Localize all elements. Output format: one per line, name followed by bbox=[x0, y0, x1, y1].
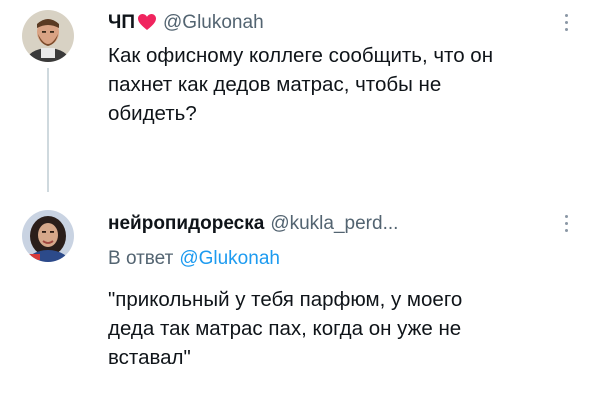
red-heart-icon bbox=[137, 13, 157, 38]
avatar[interactable] bbox=[22, 210, 74, 262]
bearded-man-avatar-icon bbox=[22, 10, 74, 62]
thread-connector-line bbox=[47, 68, 49, 192]
tweet-reply[interactable]: нейропидореска @kukla_perd... В ответ @Glu… bbox=[0, 190, 600, 412]
user-handle[interactable]: @kukla_perd... bbox=[270, 213, 398, 234]
tweet-original[interactable]: ЧП @Glukonah Как офисному коллеге сообщит… bbox=[0, 0, 600, 192]
tweet-header: ЧП @Glukonah bbox=[108, 11, 264, 38]
more-options-icon[interactable] bbox=[563, 215, 569, 237]
tweet-text: Как офисному коллеге сообщить, что он па… bbox=[108, 44, 494, 125]
reply-mention-link[interactable]: @Glukonah bbox=[179, 248, 280, 269]
reply-context: В ответ @Glukonah bbox=[108, 247, 280, 271]
reply-label: В ответ bbox=[108, 248, 174, 269]
display-name[interactable]: нейропидореска bbox=[108, 213, 264, 234]
tweet-text: "прикольный у тебя парфюм, у моего деда … bbox=[108, 288, 463, 369]
tweet-header: нейропидореска @kukla_perd... bbox=[108, 212, 398, 236]
avatar[interactable] bbox=[22, 10, 74, 62]
woman-dark-hair-avatar-icon bbox=[22, 210, 74, 262]
user-handle[interactable]: @Glukonah bbox=[163, 12, 264, 33]
more-options-icon[interactable] bbox=[563, 14, 569, 36]
display-name[interactable]: ЧП bbox=[108, 12, 135, 33]
